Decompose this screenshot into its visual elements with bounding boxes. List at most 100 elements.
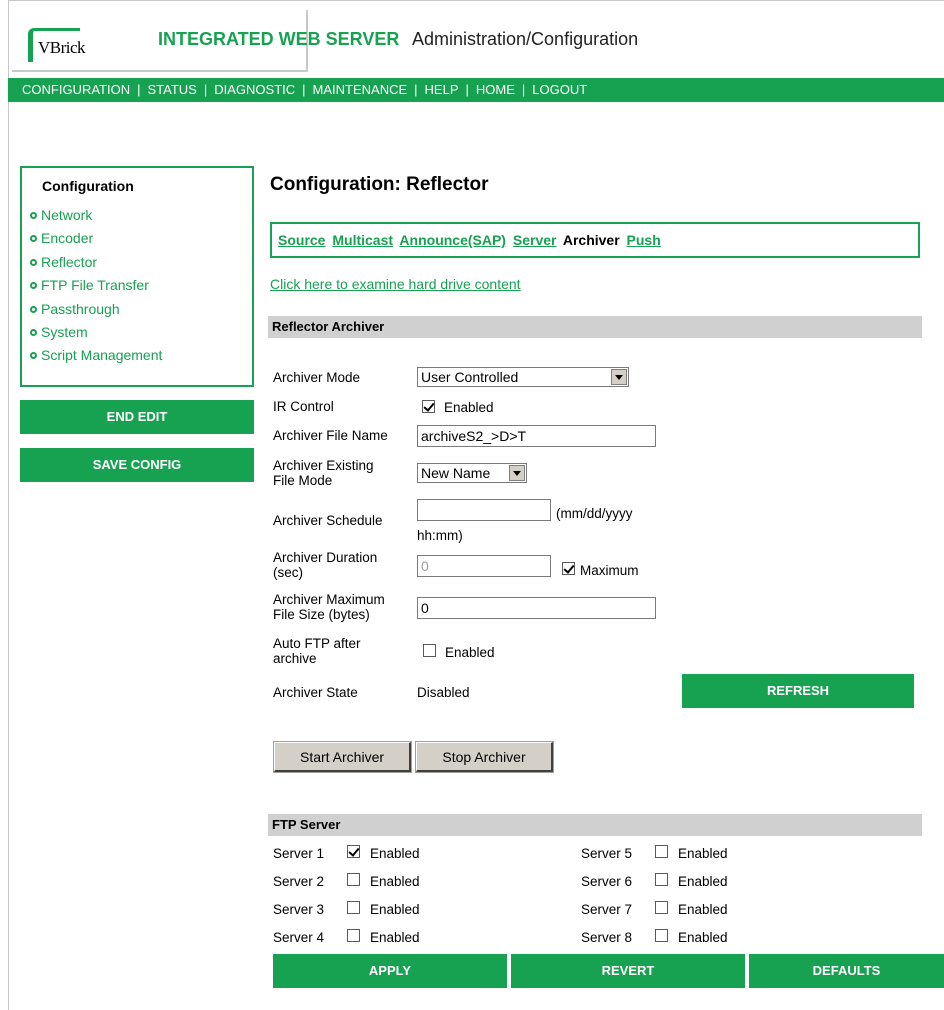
sidebar-item-encoder[interactable]: Encoder — [30, 230, 162, 253]
bullet-icon — [30, 212, 37, 219]
archiver-mode-label: Archiver Mode — [273, 370, 361, 385]
nav-logout[interactable]: LOGOUT — [532, 82, 587, 97]
ftp-server-option: Enabled — [370, 874, 420, 889]
dropdown-arrow-icon — [509, 465, 525, 481]
ir-control-option: Enabled — [444, 400, 494, 415]
archiver-max-file-size-label: Archiver Maximum File Size (bytes) — [273, 592, 385, 622]
ftp-server-3-checkbox[interactable] — [347, 901, 360, 914]
archiver-max-file-size-input[interactable]: 0 — [417, 597, 656, 619]
archiver-mode-value: User Controlled — [421, 369, 519, 385]
ftp-server-2-checkbox[interactable] — [347, 873, 360, 886]
sidebar-item-reflector[interactable]: Reflector — [30, 254, 162, 277]
logo-text: VBrick — [38, 38, 86, 57]
sidebar-item-label: Reflector — [41, 253, 98, 270]
tab-multicast[interactable]: Multicast — [332, 232, 393, 248]
sidebar-item-system[interactable]: System — [30, 324, 162, 347]
ir-control-checkbox[interactable] — [422, 400, 435, 413]
archiver-existing-file-mode-select[interactable]: New Name — [417, 463, 527, 483]
sidebar-item-label: FTP File Transfer — [41, 277, 149, 294]
archiver-duration-input[interactable]: 0 — [417, 555, 551, 577]
nav-separator: | — [203, 82, 208, 97]
ftp-server-8-checkbox[interactable] — [655, 929, 668, 942]
label-line: Archiver Duration — [273, 550, 378, 565]
bullet-icon — [30, 328, 37, 336]
label-line: archive — [273, 651, 317, 666]
nav-separator: | — [302, 82, 306, 97]
app-title: INTEGRATED WEB SERVER — [158, 29, 400, 49]
ftp-server-4-checkbox[interactable] — [347, 929, 360, 942]
stop-archiver-button[interactable]: Stop Archiver — [415, 741, 554, 773]
section-header-reflector-archiver: Reflector Archiver — [268, 316, 922, 338]
archiver-state-label: Archiver State — [273, 685, 358, 700]
bullet-icon — [30, 235, 37, 243]
start-archiver-button[interactable]: Start Archiver — [273, 741, 412, 773]
duration-maximum-checkbox[interactable] — [562, 562, 575, 575]
nav-home[interactable]: HOME — [476, 82, 515, 97]
auto-ftp-checkbox[interactable] — [423, 644, 436, 657]
refresh-button[interactable]: REFRESH — [682, 674, 914, 708]
schedule-format-hint-time: hh:mm) — [417, 528, 463, 543]
ftp-server-option: Enabled — [678, 930, 728, 945]
hard-drive-content-link[interactable]: Click here to examine hard drive content — [270, 276, 521, 292]
ftp-server-1-checkbox[interactable] — [347, 845, 360, 858]
archiver-existing-file-mode-label: Archiver Existing File Mode — [273, 458, 374, 488]
ir-control-label: IR Control — [273, 399, 334, 414]
nav-maintenance[interactable]: MAINTENANCE — [313, 82, 408, 97]
archiver-schedule-input[interactable] — [417, 499, 551, 521]
ftp-server-option: Enabled — [678, 846, 728, 861]
ftp-server-6-checkbox[interactable] — [655, 873, 668, 886]
sidebar-item-ftp-file-transfer[interactable]: FTP File Transfer — [30, 277, 162, 300]
label-line: Archiver Existing — [273, 458, 374, 473]
sidebar-item-passthrough[interactable]: Passthrough — [30, 301, 162, 324]
ftp-server-label: Server 4 — [273, 930, 325, 945]
nav-diagnostic[interactable]: DIAGNOSTIC — [214, 82, 295, 97]
nav-status[interactable]: STATUS — [147, 82, 196, 97]
revert-button[interactable]: REVERT — [511, 954, 745, 988]
ftp-server-label: Server 1 — [273, 846, 325, 861]
apply-button[interactable]: APPLY — [273, 954, 507, 988]
sidebar-item-network[interactable]: Network — [30, 207, 162, 230]
page-title: Configuration: Reflector — [270, 174, 489, 195]
sidebar-item-label: System — [41, 323, 88, 340]
bullet-icon — [30, 282, 37, 290]
label-line: File Size (bytes) — [273, 607, 370, 622]
archiver-file-name-label: Archiver File Name — [273, 428, 388, 443]
archiver-file-name-input[interactable]: archiveS2_>D>T — [417, 425, 656, 447]
nav-separator: | — [414, 82, 418, 97]
bullet-icon — [30, 352, 37, 360]
tab-archiver: Archiver — [562, 232, 620, 248]
nav-help[interactable]: HELP — [425, 82, 459, 97]
dropdown-arrow-icon — [611, 369, 627, 385]
tab-server[interactable]: Server — [513, 232, 557, 248]
sidebar-list: Network Encoder Reflector FTP File Trans… — [30, 207, 162, 371]
section-header-ftp-server: FTP Server — [268, 814, 922, 836]
ftp-server-option: Enabled — [678, 874, 728, 889]
ftp-server-5-checkbox[interactable] — [655, 845, 668, 858]
ftp-server-7-checkbox[interactable] — [655, 901, 668, 914]
nav-configuration[interactable]: CONFIGURATION — [22, 82, 130, 97]
label-line: (sec) — [273, 565, 303, 580]
archiver-mode-select[interactable]: User Controlled — [417, 367, 629, 387]
ftp-server-label: Server 6 — [581, 874, 633, 889]
duration-maximum-label: Maximum — [580, 563, 639, 578]
tab-push[interactable]: Push — [627, 232, 661, 248]
app-subtitle: Administration/Configuration — [412, 29, 639, 49]
existing-file-mode-value: New Name — [421, 465, 491, 481]
nav-separator: | — [521, 82, 526, 97]
save-config-button[interactable]: SAVE CONFIG — [20, 448, 254, 482]
reflector-tabs: Source Multicast Announce(SAP) Server Ar… — [270, 222, 920, 258]
sidebar-item-script-management[interactable]: Script Management — [30, 347, 162, 370]
ftp-server-option: Enabled — [370, 846, 420, 861]
tab-announce-sap[interactable]: Announce(SAP) — [399, 232, 506, 248]
end-edit-button[interactable]: END EDIT — [20, 400, 254, 434]
schedule-format-hint: (mm/dd/yyyy — [556, 506, 633, 521]
bullet-icon — [30, 258, 37, 266]
tab-source[interactable]: Source — [278, 232, 325, 248]
ftp-server-option: Enabled — [370, 930, 420, 945]
archiver-duration-label: Archiver Duration (sec) — [273, 550, 377, 580]
sidebar-item-label: Script Management — [41, 347, 163, 364]
ftp-server-label: Server 2 — [273, 874, 325, 889]
defaults-button[interactable]: DEFAULTS — [749, 954, 944, 988]
sidebar-title: Configuration — [42, 178, 134, 194]
sidebar-item-label: Passthrough — [41, 300, 120, 317]
